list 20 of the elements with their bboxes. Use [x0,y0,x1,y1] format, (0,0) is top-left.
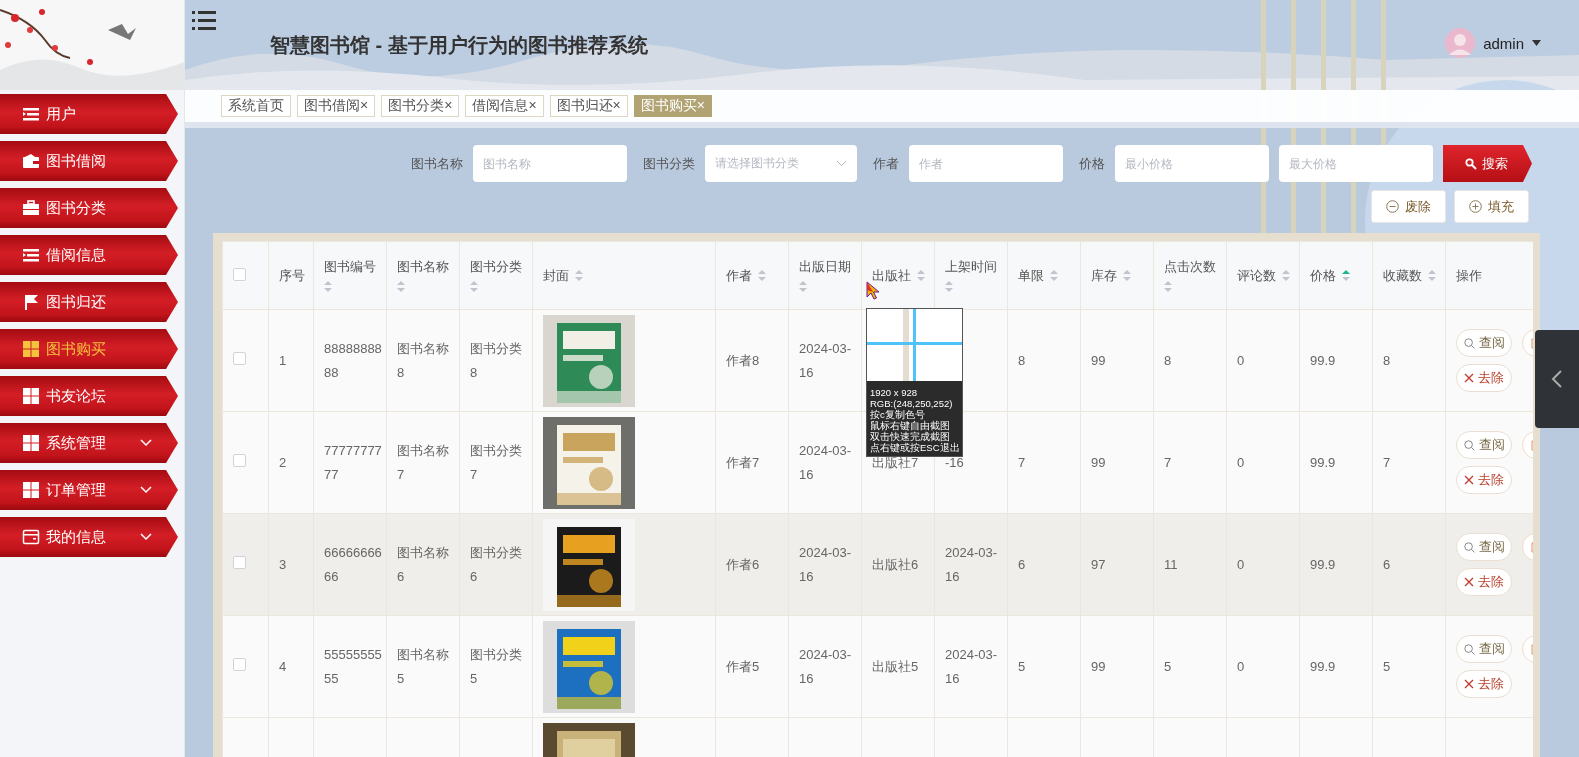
wallet-icon [22,153,40,169]
sidebar-item[interactable]: 书友论坛 [0,376,178,416]
sidebar-item[interactable]: 系统管理 [0,423,178,463]
sidebar-item[interactable]: 图书分类 [0,188,178,228]
sidebar-item[interactable]: 图书归还 [0,282,178,322]
sidebar-item[interactable]: 我的信息 [0,517,178,557]
grid-icon [22,435,40,451]
grid-icon [22,341,40,357]
grid-icon [22,482,40,498]
wallet-icon [22,529,40,545]
sidebar-item[interactable]: 用户 [0,94,178,134]
sidebar-item[interactable]: 订单管理 [0,470,178,510]
briefcase-icon [22,200,40,216]
sidebar-item[interactable]: 借阅信息 [0,235,178,275]
list-icon [22,106,40,122]
list-icon [22,247,40,263]
grid-icon [22,388,40,404]
sidebar-item[interactable]: 图书借阅 [0,141,178,181]
sidebar-item[interactable]: 图书购买 [0,329,178,369]
flag-icon [22,294,40,310]
